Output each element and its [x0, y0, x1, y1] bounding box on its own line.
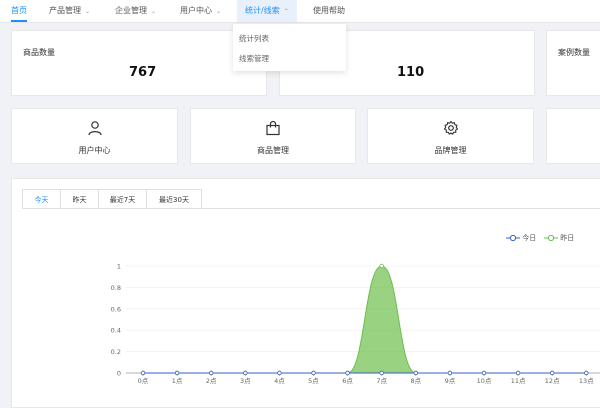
quick-action-partial[interactable] [546, 108, 600, 164]
stat-card-products: 商品数量 767 [11, 30, 267, 96]
quick-action-label: 商品管理 [257, 146, 289, 155]
nav-item-help[interactable]: 使用帮助 [313, 0, 345, 22]
chevron-down-icon: ⌄ [216, 8, 222, 15]
stat-value: 110 [397, 65, 425, 80]
stat-label: 案例数量 [558, 48, 590, 57]
tab-last-7-days[interactable]: 最近7天 [98, 189, 147, 209]
user-icon [87, 121, 102, 136]
nav-item-label: 首页 [11, 6, 27, 15]
legend-item-yesterday[interactable]: 昨日 [544, 233, 574, 243]
nav-item-products[interactable]: 产品管理 ⌄ [49, 0, 90, 22]
quick-action-brand-management[interactable]: 品牌管理 [367, 108, 534, 164]
chevron-up-icon: ⌃ [283, 8, 289, 15]
gear-icon [443, 120, 458, 135]
tab-today[interactable]: 今天 [22, 189, 61, 209]
chevron-down-icon: ⌄ [85, 8, 91, 15]
statistics-panel [11, 178, 600, 408]
stat-label: 商品数量 [23, 48, 55, 57]
quick-action-user-center[interactable]: 用户中心 [11, 108, 178, 164]
nav-item-enterprise[interactable]: 企业管理 ⌄ [115, 0, 156, 22]
nav-item-home[interactable]: 首页 [11, 0, 27, 22]
tab-divider [22, 208, 600, 209]
legend-label: 昨日 [560, 234, 575, 242]
shopping-bag-icon [266, 120, 280, 136]
dropdown-item-statistics-list[interactable]: 统计列表 [239, 33, 269, 44]
stat-value: 767 [129, 65, 157, 80]
legend-item-today[interactable]: 今日 [506, 233, 536, 243]
tab-last-30-days[interactable]: 最近30天 [146, 189, 202, 209]
nav-item-user-center[interactable]: 用户中心 ⌄ [180, 0, 221, 22]
stat-card-cases: 案例数量 [546, 30, 600, 96]
nav-item-label: 使用帮助 [313, 6, 345, 15]
quick-action-label: 品牌管理 [434, 146, 467, 155]
nav-item-label: 用户中心 [180, 6, 212, 15]
legend-marker-icon [506, 234, 520, 242]
quick-action-product-management[interactable]: 商品管理 [190, 108, 356, 164]
legend-label: 今日 [522, 234, 537, 242]
chevron-down-icon: ⌄ [151, 8, 157, 15]
tab-yesterday[interactable]: 昨天 [60, 189, 99, 209]
top-navigation: 首页 产品管理 ⌄ 企业管理 ⌄ 用户中心 ⌄ 统计/线索 ⌃ 使用帮助 [0, 0, 600, 23]
nav-item-statistics[interactable]: 统计/线索 ⌃ [237, 0, 297, 22]
quick-action-label: 用户中心 [78, 146, 111, 155]
statistics-dropdown-menu: 统计列表 线索管理 [233, 24, 346, 71]
nav-item-label: 企业管理 [115, 6, 147, 15]
nav-item-label: 统计/线索 [245, 6, 280, 15]
legend-marker-icon [544, 234, 558, 242]
nav-item-label: 产品管理 [49, 6, 81, 15]
dropdown-item-lead-management[interactable]: 线索管理 [239, 53, 269, 64]
